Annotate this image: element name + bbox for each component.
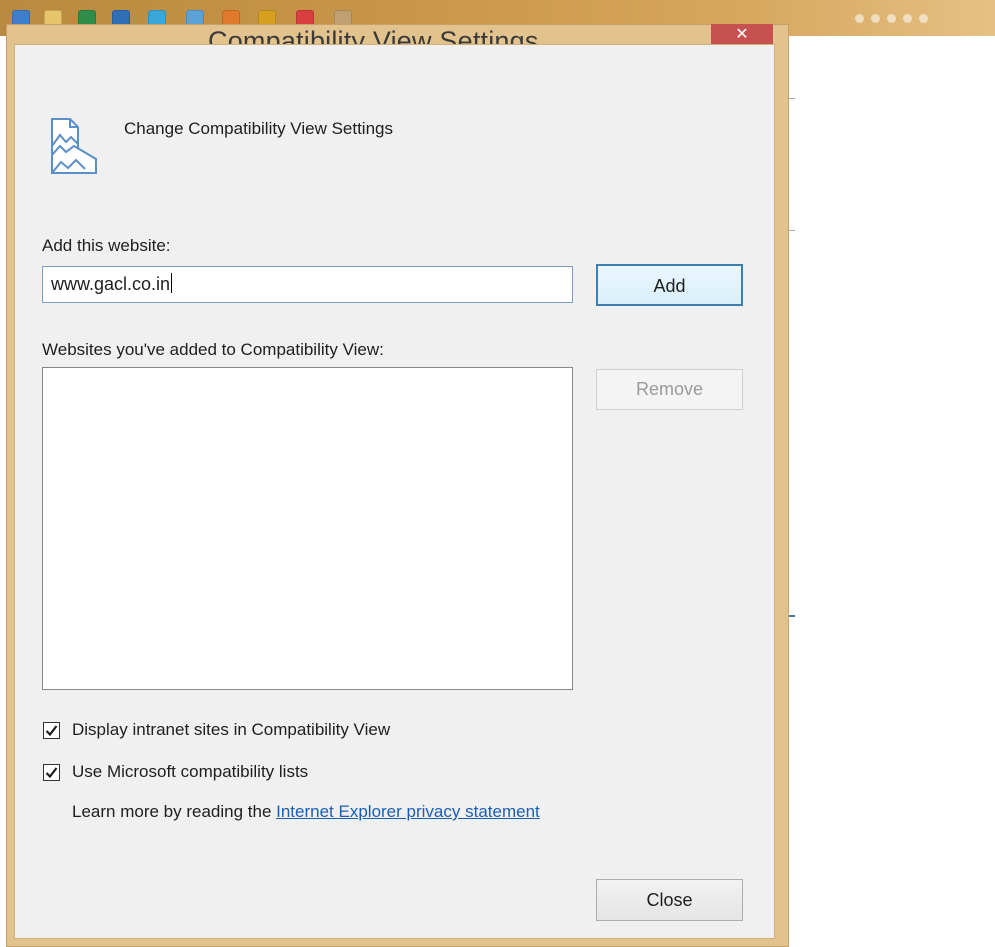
header-text: Change Compatibility View Settings (124, 119, 393, 138)
background-window-edge (789, 98, 795, 99)
intranet-checkbox[interactable] (43, 722, 60, 739)
tray-icon[interactable] (887, 14, 896, 23)
background-window-edge (789, 230, 795, 231)
remove-button[interactable]: Remove (596, 369, 743, 410)
tray-icon[interactable] (871, 14, 880, 23)
text-caret (171, 273, 173, 293)
compatibility-lists-checkbox-label[interactable]: Use Microsoft compatibility lists (72, 762, 308, 782)
learn-more-prefix: Learn more by reading the (72, 802, 277, 821)
screen: Compatibility View Settings ✕ Change Com… (0, 0, 995, 947)
websites-list-label: Websites you've added to Compatibility V… (42, 340, 384, 359)
tray-icon[interactable] (855, 14, 864, 23)
privacy-statement-link[interactable]: Internet Explorer privacy statement (276, 802, 540, 821)
title-close-button[interactable]: ✕ (711, 24, 773, 45)
tray-icon[interactable] (903, 14, 912, 23)
add-button[interactable]: Add (596, 264, 743, 306)
background-window-edge (789, 615, 795, 617)
compatibility-view-icon (47, 113, 97, 175)
websites-list[interactable] (42, 367, 573, 690)
learn-more-text: Learn more by reading the Internet Explo… (72, 802, 540, 822)
add-website-label: Add this website: (42, 236, 171, 255)
tray-clock[interactable] (955, 7, 985, 27)
website-input-value: www.gacl.co.in (51, 274, 171, 294)
compatibility-lists-checkbox[interactable] (43, 764, 60, 781)
system-tray (855, 6, 985, 28)
checkmark-icon (45, 767, 58, 779)
website-input[interactable]: www.gacl.co.in (42, 266, 573, 303)
intranet-checkbox-label[interactable]: Display intranet sites in Compatibility … (72, 720, 390, 740)
close-button[interactable]: Close (596, 879, 743, 921)
tray-icon[interactable] (919, 14, 928, 23)
checkmark-icon (45, 725, 58, 737)
